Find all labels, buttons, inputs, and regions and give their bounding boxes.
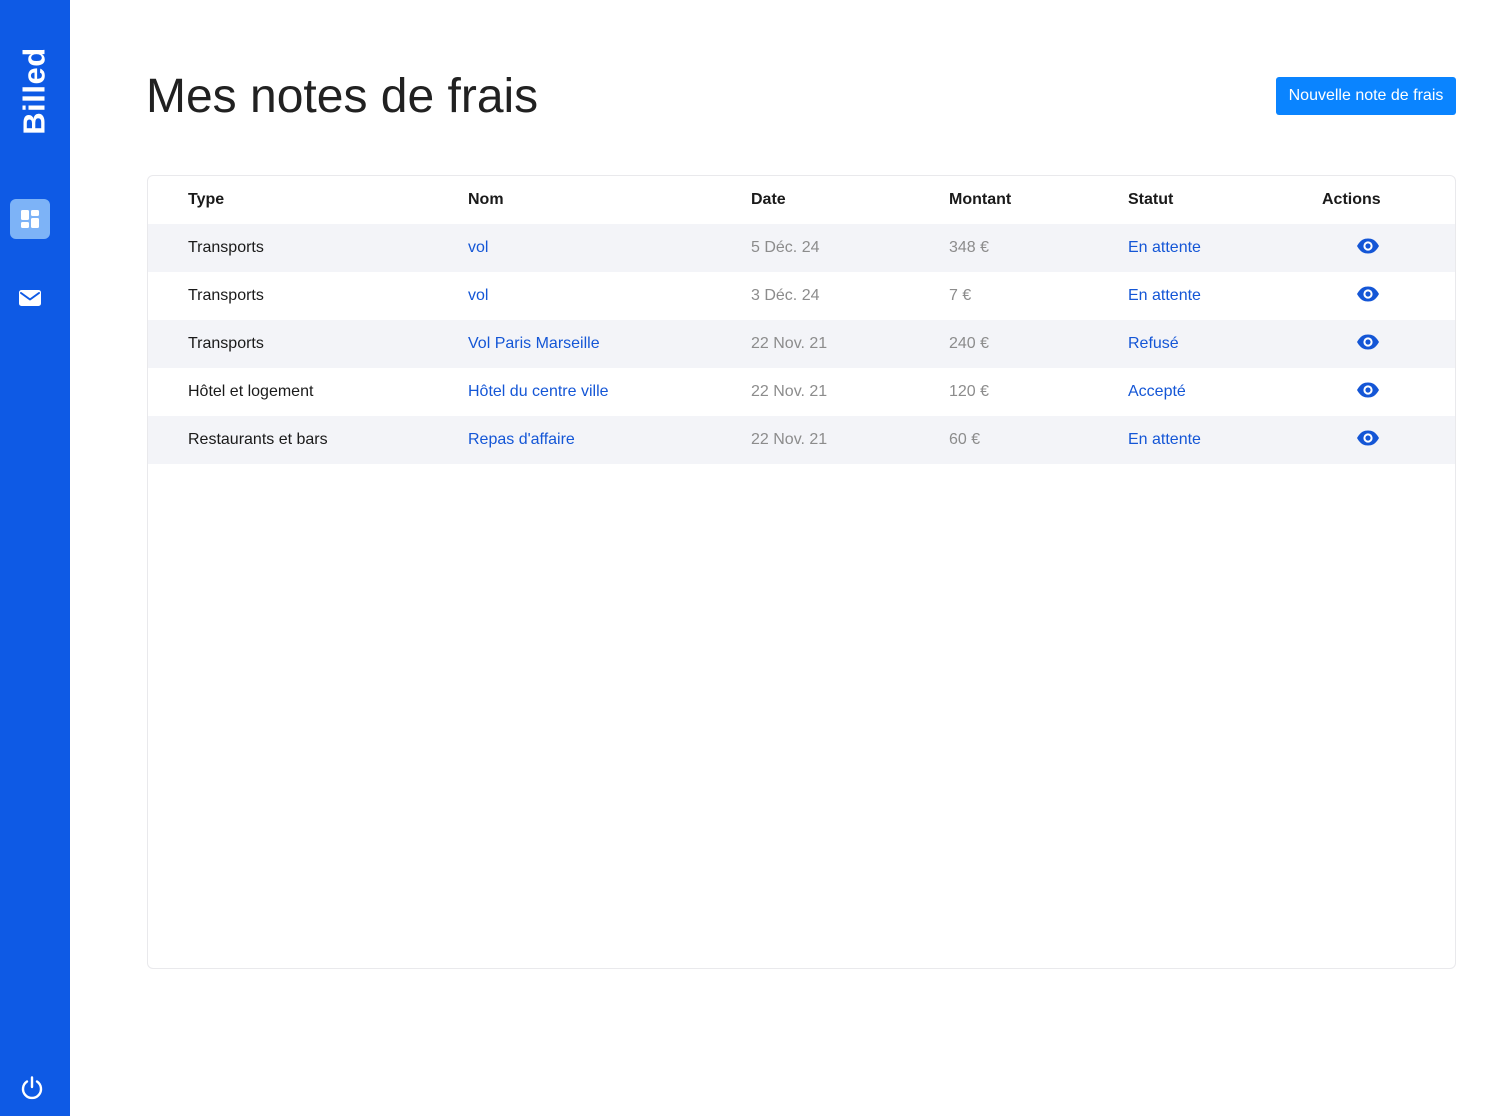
column-header-actions: Actions	[1322, 191, 1381, 208]
column-header-name: Nom	[468, 191, 504, 208]
table-row: Restaurants et bars Repas d'affaire 22 N…	[148, 416, 1455, 464]
table-header: Type Nom Date Montant Statut Actions	[148, 176, 1455, 224]
table-row: Hôtel et logement Hôtel du centre ville …	[148, 368, 1455, 416]
page-title: Mes notes de frais	[146, 70, 539, 123]
bill-date: 3 Déc. 24	[751, 287, 820, 304]
bill-status: Accepté	[1128, 383, 1186, 400]
bill-type: Restaurants et bars	[188, 431, 328, 448]
bill-name: Vol Paris Marseille	[468, 335, 600, 352]
new-bill-button[interactable]: Nouvelle note de frais	[1276, 77, 1456, 115]
bill-date: 5 Déc. 24	[751, 239, 820, 256]
table-row: Transports vol 5 Déc. 24 348 € En attent…	[148, 224, 1455, 272]
bill-type: Hôtel et logement	[188, 383, 314, 400]
bill-date: 22 Nov. 21	[751, 335, 828, 352]
eye-icon[interactable]	[1356, 428, 1380, 448]
column-header-status: Statut	[1128, 191, 1174, 208]
bill-status: En attente	[1128, 287, 1201, 304]
eye-icon[interactable]	[1356, 236, 1380, 256]
table-row: Transports vol 3 Déc. 24 7 € En attente	[148, 272, 1455, 320]
eye-icon[interactable]	[1356, 380, 1380, 400]
main-content: Mes notes de frais Nouvelle note de frai…	[70, 0, 1506, 1116]
mail-icon	[19, 290, 41, 306]
bill-name: Hôtel du centre ville	[468, 383, 609, 400]
bill-name: Repas d'affaire	[468, 431, 575, 448]
bill-amount: 348 €	[949, 239, 990, 256]
bill-name: vol	[468, 287, 489, 304]
bill-amount: 240 €	[949, 335, 990, 352]
bill-date: 22 Nov. 21	[751, 431, 828, 448]
bill-amount: 7 €	[949, 287, 972, 304]
bill-type: Transports	[188, 239, 264, 256]
app-logo-text: Billed	[17, 47, 52, 135]
app-logo: Billed	[12, 47, 58, 135]
bill-name: vol	[468, 239, 489, 256]
column-header-date: Date	[751, 191, 786, 208]
bill-type: Transports	[188, 335, 264, 352]
bills-table: Type Nom Date Montant Statut Actions Tra…	[147, 175, 1456, 969]
bill-type: Transports	[188, 287, 264, 304]
bill-status: En attente	[1128, 431, 1201, 448]
eye-icon[interactable]	[1356, 284, 1380, 304]
eye-icon[interactable]	[1356, 332, 1380, 352]
bill-amount: 60 €	[949, 431, 981, 448]
bill-status: En attente	[1128, 239, 1201, 256]
power-icon	[21, 1076, 43, 1100]
table-row: Transports Vol Paris Marseille 22 Nov. 2…	[148, 320, 1455, 368]
column-header-amount: Montant	[949, 191, 1012, 208]
sidebar: Billed	[0, 0, 70, 1116]
bill-amount: 120 €	[949, 383, 990, 400]
column-header-type: Type	[188, 191, 225, 208]
bill-status: Refusé	[1128, 335, 1179, 352]
bill-date: 22 Nov. 21	[751, 383, 828, 400]
logout-button[interactable]	[17, 1073, 47, 1103]
grid-icon	[21, 210, 39, 228]
sidebar-item-dashboard[interactable]	[10, 199, 50, 239]
sidebar-item-mail[interactable]	[10, 278, 50, 318]
